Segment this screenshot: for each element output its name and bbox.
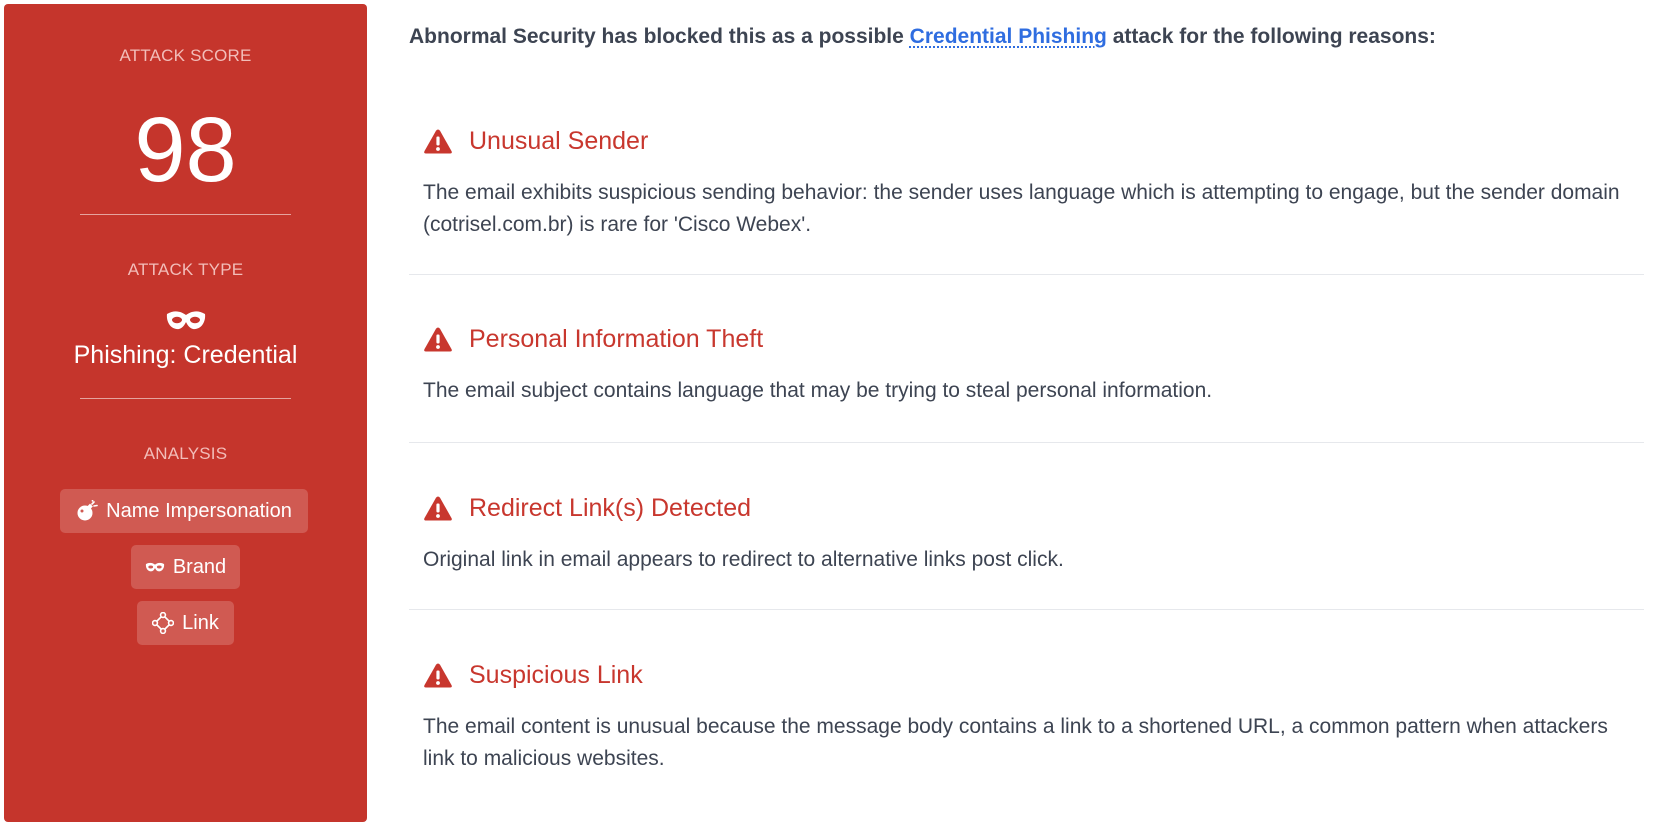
reason-header: Suspicious Link [423, 659, 643, 691]
reason-description: The email exhibits suspicious sending be… [423, 181, 1620, 236]
panel-divider [80, 214, 291, 215]
reason-header: Redirect Link(s) Detected [423, 492, 751, 524]
warning-icon [423, 326, 453, 353]
attack-score-value: 98 [134, 99, 237, 201]
analysis-chip-label: Brand [172, 555, 227, 578]
reason-title: Personal Information Theft [469, 324, 764, 353]
reason-description: Original link in email appears to redire… [423, 548, 1064, 571]
warning-icon [423, 128, 453, 155]
panel-divider [80, 398, 291, 399]
network-icon [152, 612, 175, 634]
block-reason-intro: Abnormal Security has blocked this as a … [409, 25, 1436, 49]
credential-phishing-link[interactable]: Credential Phishing [910, 25, 1107, 48]
attack-type-value: Phishing: Credential [73, 341, 298, 369]
intro-suffix: attack for the following reasons: [1106, 25, 1436, 48]
reason-divider [409, 274, 1644, 275]
reason-divider [409, 609, 1644, 610]
analysis-chip-label: Name Impersonation [106, 499, 292, 522]
reason-header: Unusual Sender [423, 125, 648, 157]
reason-header: Personal Information Theft [423, 323, 763, 355]
attack-summary-panel: ATTACK SCORE 98 ATTACK TYPE Phishing: Cr… [4, 4, 367, 822]
reason-title: Unusual Sender [469, 126, 649, 155]
analysis-chip-brand[interactable]: Brand [131, 545, 240, 589]
bomb-icon [76, 500, 98, 522]
threat-analysis-page: ATTACK SCORE 98 ATTACK TYPE Phishing: Cr… [0, 0, 1680, 822]
warning-icon [423, 495, 453, 522]
reason-divider [409, 442, 1644, 443]
reason-title: Redirect Link(s) Detected [469, 493, 752, 522]
reason-description: The email content is unusual because the… [423, 715, 1608, 770]
attack-score-label: ATTACK SCORE [119, 46, 252, 65]
warning-icon [423, 662, 453, 689]
reason-title: Suspicious Link [469, 660, 643, 689]
mask-icon [145, 562, 165, 573]
intro-prefix: Abnormal Security has blocked this as a … [409, 25, 910, 48]
mask-icon [4, 310, 367, 334]
analysis-label: ANALYSIS [143, 444, 228, 463]
reason-description: The email subject contains language that… [423, 379, 1213, 402]
analysis-chip-label: Link [182, 611, 219, 634]
attack-type-label: ATTACK TYPE [127, 260, 244, 279]
analysis-chip-link[interactable]: Link [137, 601, 234, 645]
analysis-chip-name-impersonation[interactable]: Name Impersonation [60, 489, 308, 533]
